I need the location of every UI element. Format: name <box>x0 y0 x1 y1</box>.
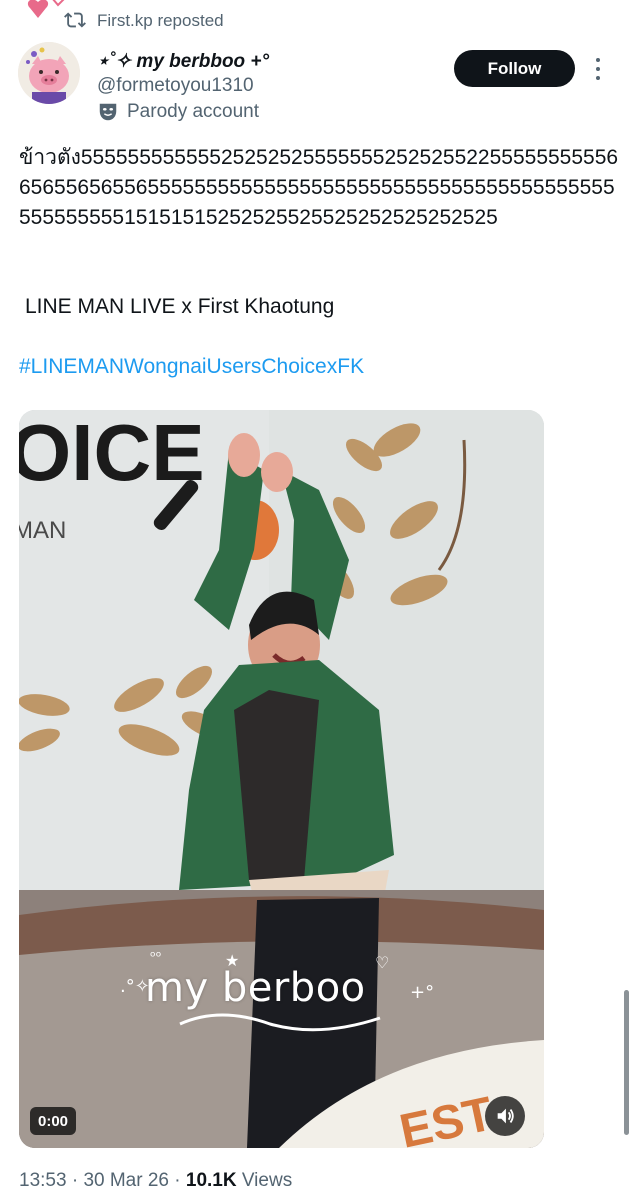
avatar[interactable] <box>18 42 80 104</box>
repost-label[interactable]: First.kp reposted <box>97 10 224 32</box>
svg-text:ᵒᵒ: ᵒᵒ <box>150 949 162 965</box>
views-label: Views <box>236 1170 293 1191</box>
video-duration: 0:00 <box>30 1107 77 1135</box>
repost-header: First.kp reposted <box>0 0 630 40</box>
tweet-text-line: LINE MAN LIVE x First Khaotung <box>25 295 335 318</box>
theater-mask-icon <box>99 103 117 121</box>
tweet-time[interactable]: 13:53 <box>19 1170 67 1191</box>
more-options-icon[interactable] <box>588 56 608 82</box>
watermark-text: my berboo <box>145 965 366 1011</box>
avatar-image <box>18 42 80 104</box>
parody-label-row: Parody account <box>97 99 259 125</box>
tweet-text: ข้าวตัง555555555555252525255555552525255… <box>19 146 619 229</box>
sign-text: OICE <box>19 410 205 497</box>
follow-button[interactable]: Follow <box>454 50 575 87</box>
hashtag-link[interactable]: #LINEMANWongnaiUsersChoicexFK <box>19 352 364 382</box>
tweet-metadata: 13:53 · 30 Mar 26 · 10.1K Views <box>19 1168 292 1194</box>
author-handle[interactable]: @formetoyou1310 <box>97 74 254 98</box>
scrollbar[interactable] <box>624 990 629 1135</box>
parody-label: Parody account <box>127 101 260 122</box>
svg-text:♡: ♡ <box>375 953 389 972</box>
tweet-date[interactable]: 30 Mar 26 <box>83 1170 169 1191</box>
views-count[interactable]: 10.1K <box>186 1170 237 1191</box>
svg-text:+°: +° <box>410 982 434 1003</box>
repost-icon <box>64 12 86 28</box>
sign-subtext: MAN <box>19 517 66 544</box>
speaker-icon <box>497 1108 514 1124</box>
meta-separator: · <box>66 1170 84 1191</box>
meta-separator: · <box>168 1170 186 1191</box>
volume-muted-button[interactable] <box>485 1096 525 1136</box>
author-name[interactable]: ⋆˚✧ my berbboo +° <box>97 50 269 74</box>
